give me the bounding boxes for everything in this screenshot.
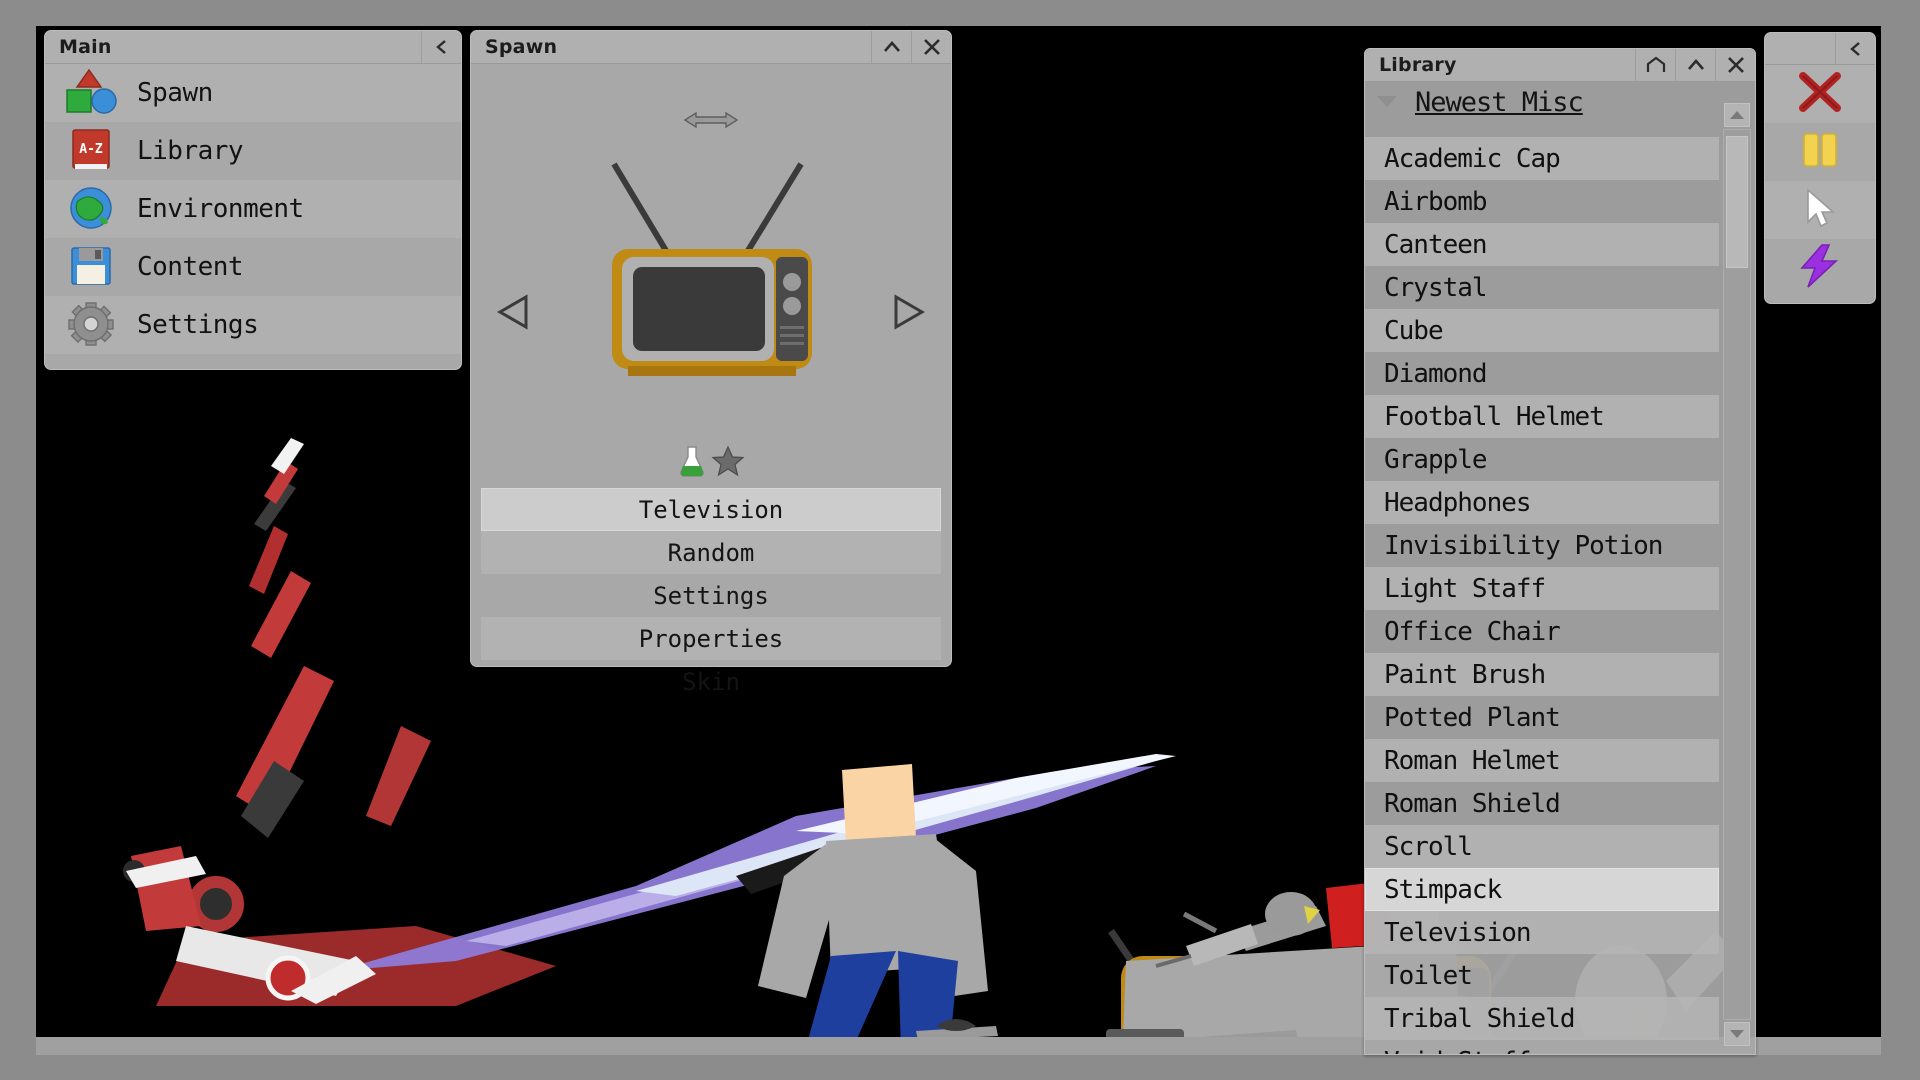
sidebar-item-label: Environment xyxy=(137,194,304,224)
sidebar-item-content[interactable]: Content xyxy=(45,238,461,296)
sidebar-item-library[interactable]: A-Z Library xyxy=(45,122,461,180)
list-item[interactable]: Scroll xyxy=(1365,825,1719,868)
list-item[interactable]: Roman Shield xyxy=(1365,782,1719,825)
close-icon[interactable] xyxy=(911,31,951,63)
chevron-up-icon[interactable] xyxy=(1675,49,1715,81)
close-icon[interactable] xyxy=(1715,49,1755,81)
delete-tool-button[interactable] xyxy=(1765,65,1875,123)
library-category-row[interactable]: Newest Misc xyxy=(1365,82,1755,122)
red-x-icon xyxy=(1795,69,1845,119)
chevron-up-icon[interactable] xyxy=(871,31,911,63)
triangle-down-icon[interactable] xyxy=(1373,90,1401,114)
tool-panel xyxy=(1764,32,1876,304)
sidebar-item-spawn[interactable]: Spawn xyxy=(45,64,461,122)
sidebar-item-label: Spawn xyxy=(137,78,213,108)
cursor-arrow-icon xyxy=(1800,186,1840,234)
list-item[interactable]: Headphones xyxy=(1365,481,1719,524)
list-item[interactable]: Void Staff xyxy=(1365,1040,1719,1054)
library-category-label: Newest Misc xyxy=(1415,86,1584,118)
app-root: Main Spawn A-Z Library Environment Conte… xyxy=(0,0,1920,1080)
list-item[interactable]: Roman Helmet xyxy=(1365,739,1719,782)
list-item[interactable]: Potted Plant xyxy=(1365,696,1719,739)
sidebar-item-settings[interactable]: Settings xyxy=(45,296,461,354)
list-item[interactable]: Cube xyxy=(1365,309,1719,352)
triangle-right-icon[interactable] xyxy=(890,292,926,336)
main-menu-panel: Main Spawn A-Z Library Environment Conte… xyxy=(44,30,462,370)
list-item[interactable]: Television xyxy=(1365,911,1719,954)
scrollbar-thumb[interactable] xyxy=(1726,136,1748,268)
random-button[interactable]: Random xyxy=(481,531,941,574)
list-item[interactable]: Canteen xyxy=(1365,223,1719,266)
list-item[interactable]: Office Chair xyxy=(1365,610,1719,653)
main-panel-header: Main xyxy=(45,31,461,64)
lightning-bolt-icon xyxy=(1796,242,1844,294)
tool-panel-header xyxy=(1765,32,1875,65)
globe-icon xyxy=(63,184,125,234)
list-item[interactable]: Tribal Shield xyxy=(1365,997,1719,1040)
sidebar-item-label: Content xyxy=(137,252,244,282)
library-scrollbar[interactable] xyxy=(1723,129,1751,1020)
list-item-selected[interactable]: Stimpack xyxy=(1365,868,1719,911)
scroll-down-button[interactable] xyxy=(1724,1022,1750,1046)
library-item-list[interactable]: Academic Cap Airbomb Canteen Crystal Cub… xyxy=(1365,137,1719,1054)
list-item[interactable]: Airbomb xyxy=(1365,180,1719,223)
bolt-tool-button[interactable] xyxy=(1765,239,1875,297)
cursor-tool-button[interactable] xyxy=(1765,181,1875,239)
chevron-left-icon[interactable] xyxy=(421,31,461,63)
television-sprite xyxy=(576,134,846,398)
floppy-disk-icon xyxy=(63,242,125,292)
library-panel-title: Library xyxy=(1379,54,1457,76)
scroll-up-button[interactable] xyxy=(1724,103,1750,127)
horizontal-resize-icon[interactable] xyxy=(683,109,739,135)
list-item[interactable]: Diamond xyxy=(1365,352,1719,395)
home-icon[interactable] xyxy=(1635,49,1675,81)
list-item[interactable]: Grapple xyxy=(1365,438,1719,481)
list-item[interactable]: Light Staff xyxy=(1365,567,1719,610)
sidebar-item-environment[interactable]: Environment xyxy=(45,180,461,238)
main-panel-title: Main xyxy=(59,36,112,58)
list-item[interactable]: Paint Brush xyxy=(1365,653,1719,696)
preview-badges xyxy=(677,444,745,482)
gear-icon xyxy=(63,300,125,350)
skin-button[interactable]: Skin xyxy=(481,660,941,703)
svg-text:A-Z: A-Z xyxy=(79,142,103,157)
spawn-item-button[interactable]: Television xyxy=(481,488,941,531)
spawn-action-buttons: Television Random Settings Properties Sk… xyxy=(481,488,941,703)
settings-button[interactable]: Settings xyxy=(481,574,941,617)
shapes-icon xyxy=(63,68,125,118)
sidebar-item-label: Library xyxy=(137,136,244,166)
list-item[interactable]: Crystal xyxy=(1365,266,1719,309)
library-panel: Library Newest Misc Academic Cap Airbomb… xyxy=(1364,48,1756,1055)
sidebar-item-label: Settings xyxy=(137,310,259,340)
spawn-panel-body: Television Random Settings Properties Sk… xyxy=(471,64,951,696)
list-item[interactable]: Football Helmet xyxy=(1365,395,1719,438)
properties-button[interactable]: Properties xyxy=(481,617,941,660)
spawn-panel-header: Spawn xyxy=(471,31,951,64)
library-panel-header: Library xyxy=(1365,49,1755,82)
pause-bars-icon xyxy=(1798,128,1842,176)
star-icon xyxy=(711,444,745,482)
book-az-icon: A-Z xyxy=(63,126,125,176)
pause-tool-button[interactable] xyxy=(1765,123,1875,181)
list-item[interactable]: Academic Cap xyxy=(1365,137,1719,180)
spawn-panel-title: Spawn xyxy=(485,36,558,58)
list-item[interactable]: Invisibility Potion xyxy=(1365,524,1719,567)
chevron-left-icon[interactable] xyxy=(1835,32,1875,65)
flask-icon xyxy=(677,444,707,482)
triangle-left-icon[interactable] xyxy=(496,292,532,336)
spawn-panel: Spawn Television Random Settings Propert… xyxy=(470,30,952,696)
list-item[interactable]: Toilet xyxy=(1365,954,1719,997)
